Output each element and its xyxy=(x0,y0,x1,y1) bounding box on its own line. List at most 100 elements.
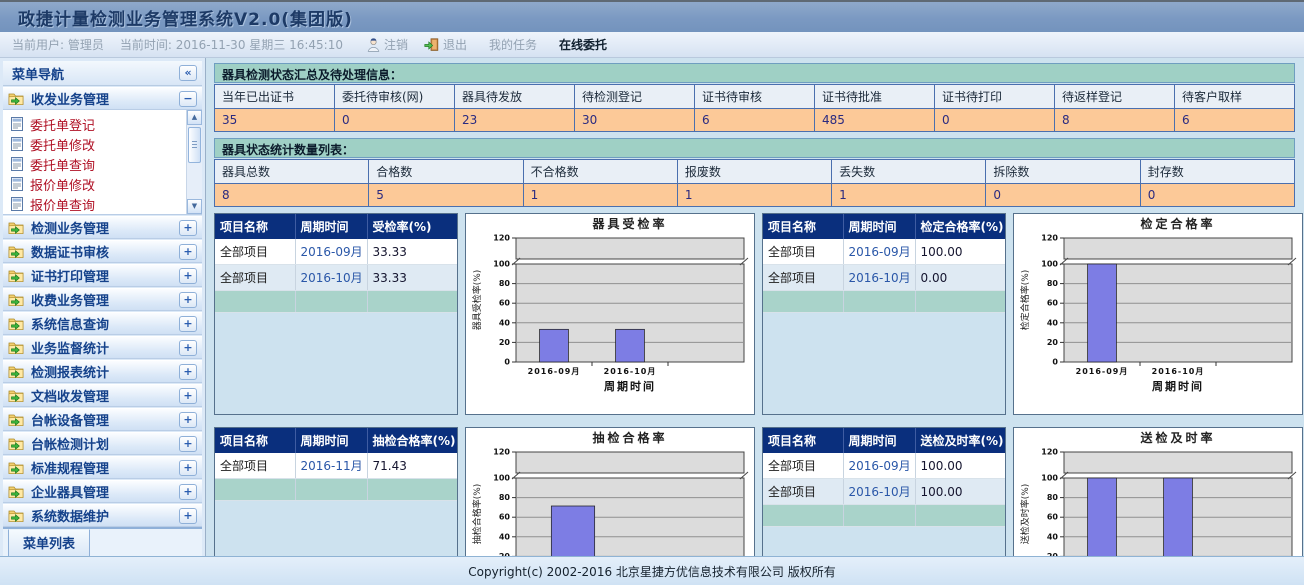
collapse-group-icon[interactable]: − xyxy=(179,91,197,107)
menu-list-tab[interactable]: 菜单列表 xyxy=(8,529,90,557)
summary-value-cell: 8 xyxy=(215,184,369,207)
summary-header-cell: 证书待打印 xyxy=(935,85,1055,109)
expand-group-icon[interactable]: + xyxy=(179,484,197,500)
sidebar-group-expanded[interactable]: 收发业务管理 − xyxy=(3,87,202,110)
sidebar-group[interactable]: 台帐设备管理 + xyxy=(3,408,202,431)
svg-text:周期时间: 周期时间 xyxy=(1152,379,1204,393)
sidebar-group[interactable]: 台帐检测计划+ xyxy=(3,432,202,455)
bar-chart: 送检及时率0204060801001202016-09月2016-10月周期时间… xyxy=(1014,428,1302,556)
expand-group-icon[interactable]: + xyxy=(179,220,197,236)
logout-button[interactable]: 注销 xyxy=(367,36,408,53)
metric-column-header: 项目名称 xyxy=(215,428,295,453)
scroll-up-icon[interactable]: ▲ xyxy=(187,110,202,125)
sidebar-header: 菜单导航 « xyxy=(3,61,202,86)
metric-cell: 全部项目 xyxy=(763,265,843,291)
svg-text:60: 60 xyxy=(499,513,511,522)
bar-chart: 抽检合格率0204060801001202016-11月周期时间抽检合格率(%) xyxy=(466,428,754,556)
metric-row[interactable]: 全部项目2016-09月33.33 xyxy=(215,239,457,265)
metric-row[interactable]: 全部项目2016-10月0.00 xyxy=(763,265,1005,291)
sidebar-group[interactable]: 系统信息查询+ xyxy=(3,312,202,335)
sidebar-menu-item[interactable]: 委托单修改 xyxy=(3,134,202,154)
metric-table-panel: 项目名称周期时间检定合格率(%)全部项目2016-09月100.00全部项目20… xyxy=(762,213,1006,415)
expand-group-icon[interactable]: + xyxy=(179,364,197,380)
sidebar-menu-item[interactable]: 报价单查询 xyxy=(3,194,202,214)
metric-row[interactable]: 全部项目2016-10月33.33 xyxy=(215,265,457,291)
expand-group-icon[interactable]: + xyxy=(179,388,197,404)
metric-empty-cell xyxy=(367,479,457,501)
metric-column-header: 周期时间 xyxy=(843,428,915,453)
sidebar-menu-item[interactable]: 委托单登记 xyxy=(3,114,202,134)
metric-cell: 33.33 xyxy=(367,239,457,265)
scroll-down-icon[interactable]: ▼ xyxy=(187,199,202,214)
svg-text:抽检合格率: 抽检合格率 xyxy=(592,430,667,445)
sidebar-group-label: 检测报表统计 xyxy=(31,362,172,381)
svg-text:器具受检率: 器具受检率 xyxy=(591,216,667,231)
expand-group-icon[interactable]: + xyxy=(179,316,197,332)
submenu-scrollbar[interactable]: ▲ ▼ xyxy=(186,110,202,214)
sidebar-group[interactable]: 文档收发管理+ xyxy=(3,384,202,407)
sidebar-group-label: 台帐设备管理 xyxy=(31,410,172,429)
summary-value-cell: 30 xyxy=(575,109,695,132)
metric-row[interactable]: 全部项目2016-09月100.00 xyxy=(763,239,1005,265)
metrics-row-2: 项目名称周期时间抽检合格率(%)全部项目2016-11月71.43抽检合格率02… xyxy=(214,427,1295,556)
metric-chart-panel: 器具受检率0204060801001202016-09月2016-10月周期时间… xyxy=(465,213,755,415)
metric-table: 项目名称周期时间受检率(%)全部项目2016-09月33.33全部项目2016-… xyxy=(215,214,458,313)
sidebar-group[interactable]: 检测业务管理+ xyxy=(3,216,202,239)
exit-door-icon xyxy=(424,38,439,51)
sidebar-group[interactable]: 数据证书审核+ xyxy=(3,240,202,263)
summary-header-row: 当年已出证书委托待审核(网)器具待发放待检测登记证书待审核证书待批准证书待打印待… xyxy=(215,85,1295,109)
sidebar-group[interactable]: 业务监督统计+ xyxy=(3,336,202,359)
summary-value-row: 8511100 xyxy=(215,184,1295,207)
sidebar-group[interactable]: 检测报表统计 + xyxy=(3,360,202,383)
folder-arrow-icon xyxy=(8,317,24,330)
metric-table-panel: 项目名称周期时间送检及时率(%)全部项目2016-09月100.00全部项目20… xyxy=(762,427,1006,556)
sidebar-menu-item[interactable] xyxy=(3,214,202,215)
expand-group-icon[interactable]: + xyxy=(179,244,197,260)
metric-empty-row xyxy=(215,291,457,313)
metric-row[interactable]: 全部项目2016-10月100.00 xyxy=(763,479,1005,505)
svg-text:0: 0 xyxy=(504,358,510,367)
expand-group-icon[interactable]: + xyxy=(179,436,197,452)
my-tasks-link[interactable]: 我的任务 xyxy=(489,36,537,53)
metric-row[interactable]: 全部项目2016-11月71.43 xyxy=(215,453,457,479)
scroll-thumb[interactable] xyxy=(188,127,201,163)
metric-cell: 0.00 xyxy=(915,265,1005,291)
collapse-sidebar-icon[interactable]: « xyxy=(179,65,197,81)
metric-empty-row xyxy=(215,479,457,501)
sidebar-menu-item[interactable]: 报价单修改 xyxy=(3,174,202,194)
metric-empty-cell xyxy=(215,479,295,501)
svg-text:80: 80 xyxy=(499,493,511,502)
svg-text:器具受检率(%): 器具受检率(%) xyxy=(471,270,483,331)
summary-header-cell: 丢失数 xyxy=(832,160,986,184)
sidebar-group[interactable]: 收费业务管理+ xyxy=(3,288,202,311)
metric-cell: 100.00 xyxy=(915,453,1005,479)
sidebar-group[interactable]: 系统数据维护+ xyxy=(3,504,202,527)
metric-empty-row xyxy=(763,291,1005,313)
sidebar-group[interactable]: 证书打印管理+ xyxy=(3,264,202,287)
sidebar-bottom-bar: 菜单列表 xyxy=(3,527,202,557)
summary-header-cell: 拆除数 xyxy=(986,160,1140,184)
footer-bar: Copyright(c) 2002-2016 北京星捷方优信息技术有限公司 版权… xyxy=(0,556,1304,585)
expand-group-icon[interactable]: + xyxy=(179,340,197,356)
summary-value-cell: 5 xyxy=(369,184,523,207)
metric-row[interactable]: 全部项目2016-09月100.00 xyxy=(763,453,1005,479)
exit-button[interactable]: 退出 xyxy=(424,36,467,53)
svg-text:60: 60 xyxy=(499,299,511,308)
sidebar-menu-item[interactable]: 委托单查询 xyxy=(3,154,202,174)
sidebar-group[interactable]: 标准规程管理+ xyxy=(3,456,202,479)
summary-header-cell: 当年已出证书 xyxy=(215,85,335,109)
svg-text:100: 100 xyxy=(493,474,510,483)
expand-group-icon[interactable]: + xyxy=(179,292,197,308)
expand-group-icon[interactable]: + xyxy=(179,460,197,476)
summary-header-cell: 待客户取样 xyxy=(1175,85,1295,109)
online-entrust-link[interactable]: 在线委托 xyxy=(559,36,607,53)
metric-table-panel: 项目名称周期时间受检率(%)全部项目2016-09月33.33全部项目2016-… xyxy=(214,213,458,415)
metric-empty-row xyxy=(763,505,1005,527)
expand-group-icon[interactable]: + xyxy=(179,412,197,428)
current-user-label: 当前用户: 管理员 xyxy=(12,36,104,53)
expand-group-icon[interactable]: + xyxy=(179,268,197,284)
sidebar-group[interactable]: 企业器具管理+ xyxy=(3,480,202,503)
summary-value-cell: 23 xyxy=(455,109,575,132)
expand-group-icon[interactable]: + xyxy=(179,508,197,524)
svg-text:2016-10月: 2016-10月 xyxy=(1152,367,1205,376)
